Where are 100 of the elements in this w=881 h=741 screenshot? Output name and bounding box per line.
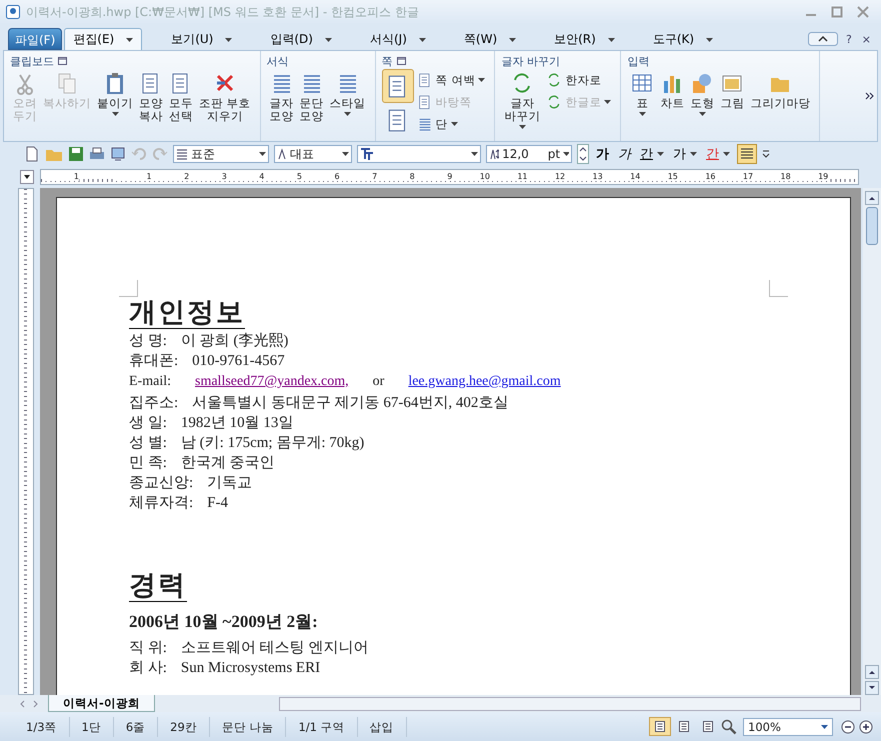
menu-tab[interactable]: 서식(J) xyxy=(360,28,435,50)
format-button[interactable]: 가 xyxy=(671,145,699,163)
section-heading: 경력 xyxy=(129,569,187,602)
caret-icon[interactable] xyxy=(418,38,426,42)
help-bar-button[interactable]: × xyxy=(860,32,873,46)
ribbon-button[interactable]: 그리기마당 xyxy=(747,69,814,139)
arrows-icon xyxy=(546,72,562,88)
dialog-launcher-icon[interactable] xyxy=(396,57,406,65)
font-dropdown[interactable] xyxy=(357,145,481,163)
ruler-number: 11 xyxy=(490,173,528,181)
style-dropdown[interactable]: 표준 xyxy=(173,145,269,163)
ruler-number: 5 xyxy=(264,173,302,181)
letter-icon xyxy=(277,148,287,160)
magnifier-icon[interactable] xyxy=(721,718,737,734)
horizontal-scrollbar[interactable] xyxy=(278,696,861,710)
ribbon-button[interactable]: 도형 xyxy=(687,69,718,139)
menu-tab[interactable]: 편집(E) xyxy=(64,28,142,50)
status-item: 삽입 xyxy=(358,716,407,736)
zoom-dropdown[interactable]: 100% xyxy=(743,718,833,736)
ribbon-button[interactable]: 그림 xyxy=(717,69,748,139)
file-tab[interactable]: 파일(F) xyxy=(8,28,62,50)
scroll-down-icon[interactable] xyxy=(865,681,879,695)
ruler-number: 3 xyxy=(189,173,227,181)
collapse-ribbon-icon[interactable] xyxy=(808,32,838,46)
menu-tab[interactable]: 입력(D) xyxy=(261,28,341,50)
ruler-number: 10 xyxy=(452,173,490,181)
menu-tab[interactable]: 쪽(W) xyxy=(454,28,526,50)
new-document-icon[interactable] xyxy=(24,146,40,162)
caret-icon xyxy=(723,152,730,156)
menu-tab[interactable]: 보기(U) xyxy=(162,28,242,50)
menu-tab[interactable]: 도구(K) xyxy=(644,28,722,50)
group-title: 글자 바꾸기 xyxy=(501,54,560,68)
page-layout-button[interactable] xyxy=(382,69,414,103)
ribbon-button[interactable]: 한자로 xyxy=(543,69,614,91)
lines-icon xyxy=(176,148,188,160)
document-tab[interactable]: 이력서-이광희 xyxy=(48,695,155,712)
caret-icon xyxy=(478,78,486,82)
spinner-icon[interactable] xyxy=(577,144,589,164)
caret-icon xyxy=(821,724,828,728)
zoom-out-icon[interactable] xyxy=(841,720,855,734)
scrollbar-thumb[interactable] xyxy=(866,207,878,245)
menu-tab[interactable]: 보안(R) xyxy=(545,28,624,50)
field-value: 이 광희 (李光熙) xyxy=(180,332,288,351)
zoom-in-icon[interactable] xyxy=(859,720,873,734)
ribbon-button[interactable]: 모두 선택 xyxy=(166,69,196,139)
more-icon[interactable] xyxy=(865,91,875,101)
ruler-number: 15 xyxy=(640,173,678,181)
caret-icon xyxy=(518,125,526,129)
view-mode-button[interactable] xyxy=(649,717,671,736)
ribbon-button[interactable]: 문단 모양 xyxy=(296,69,327,139)
crop-mark xyxy=(769,280,788,297)
ribbon-button[interactable]: 단 xyxy=(414,113,488,135)
field-label: 종교신앙: xyxy=(129,474,194,493)
caret-icon[interactable] xyxy=(509,38,516,42)
caret-icon[interactable] xyxy=(225,38,232,42)
scroll-up-icon[interactable] xyxy=(865,191,879,205)
page-icon xyxy=(702,720,714,733)
field-label: 성 별: xyxy=(129,434,167,453)
field-label: 회 사: xyxy=(129,659,167,678)
format-button[interactable]: 가 xyxy=(594,145,611,163)
ruler-number: 2 xyxy=(152,173,190,181)
ribbon-button[interactable]: 모양 복사 xyxy=(136,69,166,139)
group-title: 서식 xyxy=(266,54,289,68)
ribbon-button[interactable]: 차트 xyxy=(657,69,688,139)
ribbon-button[interactable]: 조판 부호 지우기 xyxy=(196,69,254,139)
ribbon-button[interactable]: 붙이기 xyxy=(94,69,136,139)
field-value: 한국계 중국인 xyxy=(180,454,275,473)
status-item: 6줄 xyxy=(114,716,158,736)
caret-icon xyxy=(638,112,646,116)
language-dropdown[interactable]: 대표 xyxy=(274,145,352,163)
save-icon[interactable] xyxy=(68,146,84,162)
toolbar-options-icon[interactable] xyxy=(762,149,770,159)
caret-icon[interactable] xyxy=(324,38,332,42)
format-button[interactable]: 간 xyxy=(638,145,666,163)
crop-mark xyxy=(119,280,138,297)
caret-icon[interactable] xyxy=(706,38,714,42)
dialog-launcher-icon[interactable] xyxy=(58,57,67,65)
caret-icon[interactable] xyxy=(608,38,615,42)
ribbon-button[interactable]: 표 xyxy=(627,69,658,139)
email-link[interactable]: smallseed77@yandex.com, xyxy=(195,371,349,393)
ruler-number: 19 xyxy=(790,173,828,181)
print-icon[interactable] xyxy=(89,146,105,162)
monitor-icon[interactable] xyxy=(110,146,126,162)
format-button[interactable]: 가 xyxy=(616,145,633,163)
ruler-number: 13 xyxy=(565,173,603,181)
justify-icon[interactable] xyxy=(737,144,757,164)
tab-type-icon[interactable] xyxy=(20,170,34,184)
format-button[interactable]: 간 xyxy=(704,145,732,163)
vertical-ruler[interactable] xyxy=(18,188,34,695)
ribbon-button[interactable]: 쪽 여백 xyxy=(414,69,488,91)
ribbon-button[interactable]: 글자 모양 xyxy=(266,69,297,139)
scroll-up-icon[interactable] xyxy=(865,665,879,679)
horizontal-ruler[interactable]: 1 1 2 3 4 5 6 7 8 9 10 11 12 13 14 15 16 17 18 19 xyxy=(40,169,859,185)
font-size-field[interactable]: 12,0 pt xyxy=(486,145,572,163)
help-bar-button[interactable]: ? xyxy=(844,32,854,46)
caret-icon[interactable] xyxy=(126,38,134,42)
ribbon-button[interactable]: 글자 바꾸기 xyxy=(501,69,544,139)
ribbon-button[interactable]: 스타일 xyxy=(326,69,369,139)
group-title: 쪽 xyxy=(382,54,393,68)
email-link[interactable]: lee.gwang.hee@gmail.com xyxy=(408,371,561,393)
